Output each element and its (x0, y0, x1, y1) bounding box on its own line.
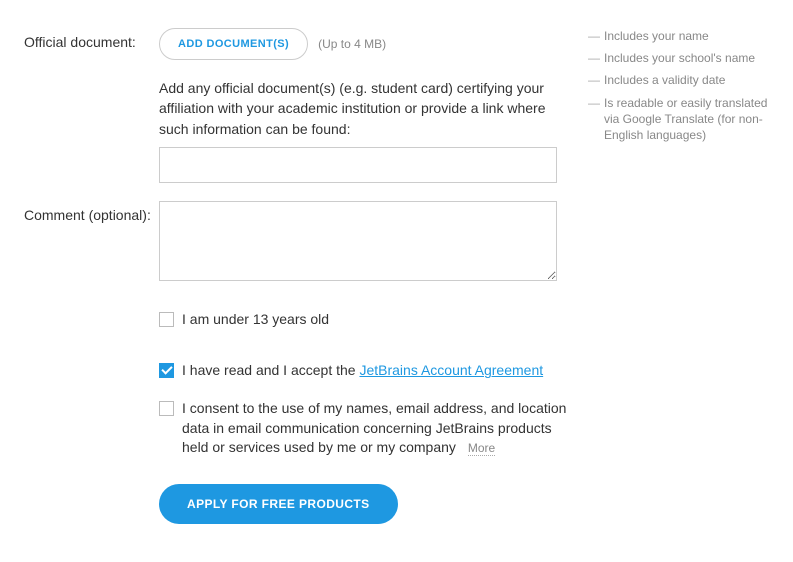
consent-checkbox[interactable] (159, 401, 174, 416)
under-13-checkbox[interactable] (159, 312, 174, 327)
requirement-item: Includes a validity date (588, 72, 783, 88)
requirement-item: Includes your school's name (588, 50, 783, 66)
comment-label: Comment (optional): (24, 201, 159, 524)
apply-button[interactable]: APPLY FOR FREE PRODUCTS (159, 484, 398, 524)
document-link-input[interactable] (159, 147, 557, 183)
add-documents-button[interactable]: ADD DOCUMENT(S) (159, 28, 308, 60)
consent-label: I consent to the use of my names, email … (182, 399, 580, 458)
agreement-link[interactable]: JetBrains Account Agreement (359, 362, 543, 378)
official-document-label: Official document: (24, 28, 159, 183)
agreement-label: I have read and I accept the JetBrains A… (182, 361, 543, 381)
requirements-list: Includes your name Includes your school'… (588, 28, 783, 183)
file-size-hint: (Up to 4 MB) (318, 37, 386, 51)
comment-textarea[interactable] (159, 201, 557, 281)
requirement-item: Includes your name (588, 28, 783, 44)
requirement-item: Is readable or easily translated via Goo… (588, 95, 783, 144)
under-13-label: I am under 13 years old (182, 310, 329, 330)
agreement-checkbox[interactable] (159, 363, 174, 378)
document-description: Add any official document(s) (e.g. stude… (159, 78, 559, 139)
more-link[interactable]: More (468, 441, 495, 456)
